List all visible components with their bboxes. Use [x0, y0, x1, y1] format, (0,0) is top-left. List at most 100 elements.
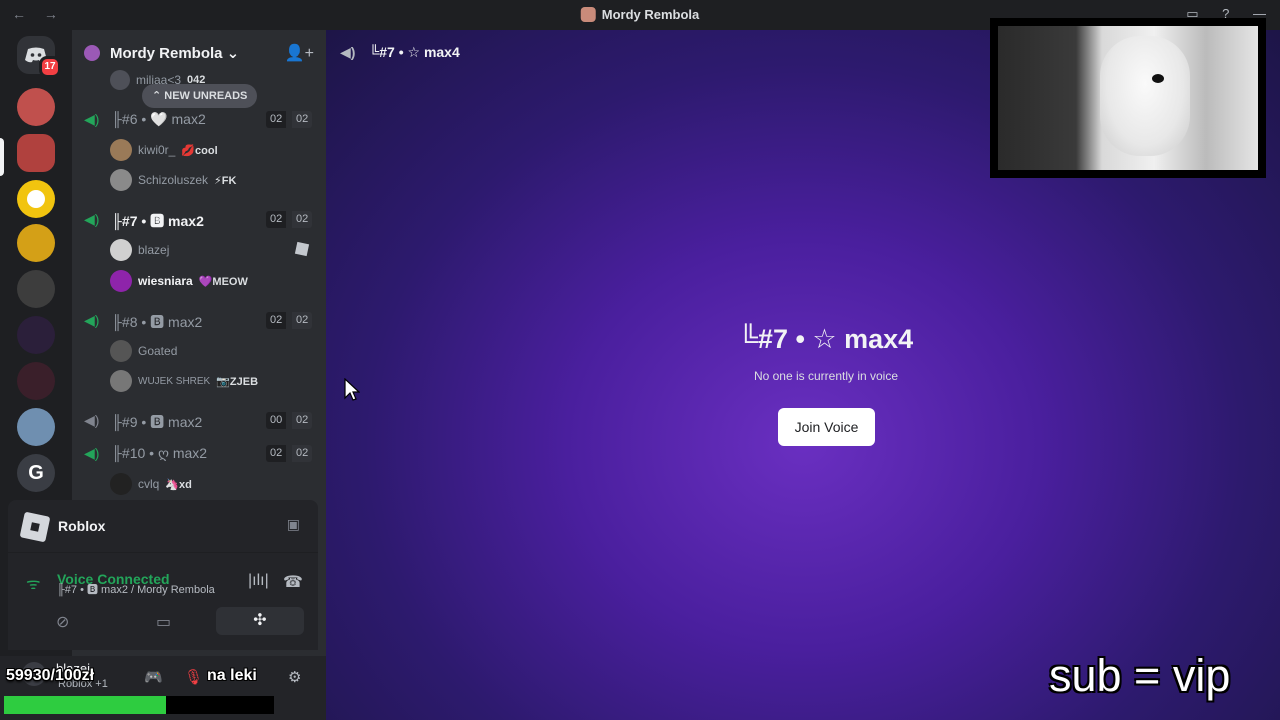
voice-member[interactable]: wiesniara 💜MEOW — [110, 269, 248, 293]
channel-name: ╟#6 • 🤍 max2 — [112, 111, 206, 127]
avatar — [110, 473, 132, 495]
channel-name: ╟#10 • ღ max2 — [112, 445, 208, 461]
speaker-icon: ◀) — [84, 211, 100, 227]
speaker-icon: ◀) — [84, 445, 100, 461]
user-limit: 02 — [292, 412, 313, 429]
donation-progress-bar — [4, 696, 274, 714]
settings-gear-icon[interactable]: ⚙ — [288, 668, 301, 686]
speaker-icon: ◀) — [84, 312, 100, 328]
history-nav: ← → — [12, 6, 72, 22]
screenshare-icon[interactable]: ▭ — [152, 612, 175, 632]
member-name: WUJEK SHREK — [138, 375, 211, 387]
voice-empty-text: No one is currently in voice — [753, 369, 899, 383]
user-count: 02 — [266, 445, 287, 462]
voice-channel-9[interactable]: ◀) ╟#9 • 🅱 max2 00 02 — [80, 408, 316, 434]
server-icon-7[interactable] — [17, 362, 55, 400]
voice-location[interactable]: ╟#7 • 🅱 max2 / Mordy Rembola — [57, 581, 215, 597]
avatar — [110, 239, 132, 261]
webcam-overlay — [990, 18, 1266, 178]
user-limit: 02 — [292, 211, 313, 228]
channel-name: ╟#7 • 🅱 max2 — [112, 213, 204, 229]
user-count: 02 — [266, 211, 287, 228]
member-tag: 💜MEOW — [198, 275, 248, 288]
activity-name: Roblox — [58, 518, 106, 534]
avatar — [110, 169, 132, 191]
avatar — [110, 139, 132, 161]
voice-channel-10[interactable]: ◀) ╟#10 • ღ max2 02 02 — [80, 441, 316, 467]
server-icon-5[interactable] — [17, 270, 55, 308]
server-icon-4[interactable] — [17, 224, 55, 262]
join-voice-button[interactable]: Join Voice — [778, 408, 875, 446]
divider — [8, 552, 318, 553]
user-count: 00 — [266, 412, 287, 429]
channel-header-title: ╚#7 • ☆ max4 — [369, 44, 460, 60]
donation-progress-fill — [4, 696, 166, 714]
voice-member[interactable]: kiwi0r_ 💋cool — [110, 138, 218, 162]
server-icon-1[interactable] — [17, 88, 55, 126]
avatar — [110, 340, 132, 362]
new-unreads-button[interactable]: ⌃ NEW UNREADS — [142, 84, 258, 108]
camera-off-icon[interactable]: ⊘ — [52, 612, 73, 632]
activity-stream-icon[interactable]: ▣ — [287, 516, 300, 533]
server-icon-9[interactable]: G — [17, 454, 55, 492]
noise-suppression-icon[interactable]: |ılı| — [248, 572, 269, 590]
voice-channel-8[interactable]: ◀) ╟#8 • 🅱 max2 02 02 — [80, 308, 316, 334]
speaker-icon: ◀) — [340, 44, 356, 60]
add-member-icon[interactable]: 👤+ — [285, 43, 314, 63]
voice-member[interactable]: WUJEK SHREK 📷ZJEB — [110, 369, 258, 393]
server-name: Mordy Rembola ⌄ — [110, 45, 240, 62]
roblox-activity-icon — [294, 241, 310, 257]
user-count: 02 — [266, 111, 287, 128]
server-icon-2[interactable] — [17, 134, 55, 172]
user-limit: 02 — [292, 445, 313, 462]
user-count: 02 — [266, 312, 287, 329]
webcam-image — [998, 26, 1258, 170]
window-title: Mordy Rembola — [580, 7, 699, 22]
voice-member[interactable]: Schizoluszek ⚡FK — [110, 168, 236, 192]
member-name: Schizoluszek — [138, 173, 209, 187]
voice-channel-7[interactable]: ◀) ╟#7 • 🅱 max2 02 02 — [80, 207, 316, 233]
avatar — [110, 370, 132, 392]
g-icon: G — [28, 461, 44, 484]
member-tag: 🦄xd — [165, 478, 192, 491]
channel-header: ◀) ╚#7 • ☆ max4 — [340, 44, 460, 61]
signal-icon: ᯤ — [26, 576, 41, 593]
channel-name: ╟#9 • 🅱 max2 — [112, 414, 203, 430]
voice-member[interactable]: Goated — [110, 339, 177, 363]
voice-member[interactable]: blazej — [110, 238, 169, 262]
donation-counter: 59930/100zł — [6, 667, 95, 684]
member-tag: 💋cool — [181, 144, 218, 157]
server-icon-3[interactable] — [17, 180, 55, 218]
member-name: wiesniara — [138, 274, 193, 288]
voice-channel-title: ╚#7 • ☆ max4 — [738, 324, 914, 354]
forward-button[interactable]: → — [44, 6, 58, 22]
disconnect-icon[interactable]: ☎ — [283, 572, 303, 592]
member-name: blazej — [138, 243, 170, 257]
member-name: cvlq — [138, 477, 160, 491]
member-tag: ⚡FK — [214, 174, 237, 187]
server-icon — [580, 7, 596, 22]
server-icon-6[interactable] — [17, 316, 55, 354]
voice-channel-6[interactable]: ◀) ╟#6 • 🤍 max2 02 02 — [80, 107, 316, 133]
server-icon-8[interactable] — [17, 408, 55, 446]
speaker-icon: ◀) — [84, 111, 100, 127]
member-name: Goated — [138, 344, 178, 358]
avatar — [110, 70, 130, 90]
user-limit: 02 — [292, 111, 313, 128]
gamepad-icon[interactable]: 🎮 — [144, 668, 163, 686]
back-button[interactable]: ← — [12, 6, 26, 22]
roblox-icon — [19, 511, 51, 543]
member-tag: 📷ZJEB — [216, 375, 259, 388]
activities-icon[interactable]: ✣ — [216, 607, 304, 635]
direct-messages-button[interactable]: 17 — [17, 36, 61, 78]
voice-member[interactable]: cvlq 🦄xd — [110, 472, 192, 496]
avatar — [110, 270, 132, 292]
donation-goal-label: na leki — [207, 667, 257, 684]
user-limit: 02 — [292, 312, 313, 329]
channel-name: ╟#8 • 🅱 max2 — [112, 314, 203, 330]
mouse-cursor-icon — [344, 378, 360, 401]
selected-server-pill — [0, 138, 4, 176]
sub-vip-overlay: sub = vip — [1049, 650, 1231, 701]
unread-badge: 17 — [39, 56, 61, 78]
mic-muted-icon[interactable]: 🎙 — [184, 668, 203, 686]
